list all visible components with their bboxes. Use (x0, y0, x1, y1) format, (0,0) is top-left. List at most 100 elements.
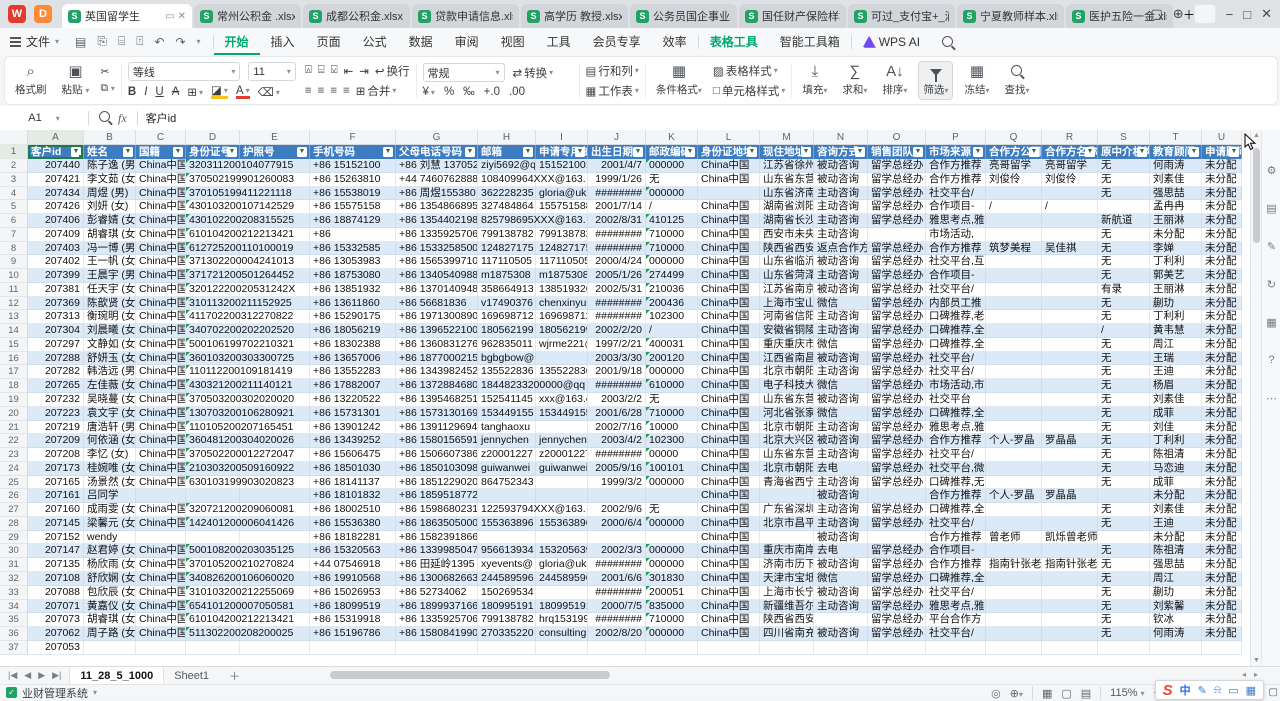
cell[interactable]: ######## (588, 310, 646, 324)
vertical-scrollbar[interactable]: ▲ ▼ (1250, 130, 1261, 666)
cell[interactable]: 留学总经办 (868, 242, 926, 256)
cell[interactable] (1042, 310, 1098, 324)
format-painter-button[interactable]: ⌕ 格式刷 (11, 62, 51, 99)
col-letter-U[interactable]: U (1202, 130, 1242, 145)
cell[interactable]: 合作项目- (926, 269, 986, 283)
cell[interactable]: 210303200509160922 (186, 462, 240, 476)
cell[interactable]: 未分配 (1202, 187, 1242, 201)
cell[interactable]: 被动咨询 (814, 434, 868, 448)
cell[interactable]: 被动咨询 (814, 255, 868, 269)
cell[interactable]: 2005/1/26 (588, 269, 646, 283)
cell[interactable]: +86 13552283 (310, 365, 396, 379)
cell[interactable]: 主动咨询 (814, 310, 868, 324)
cell[interactable]: 430321200211140121 (186, 379, 240, 393)
cell[interactable]: 去电 (814, 462, 868, 476)
cell[interactable] (814, 613, 868, 627)
header-cell[interactable]: 合作方名称▼ (1042, 145, 1098, 159)
cell[interactable]: China中国 (136, 379, 186, 393)
cell[interactable]: 刘俊伶 (986, 173, 1042, 187)
cell[interactable]: ziyi5692@q (478, 159, 536, 173)
reading-mode-icon[interactable]: ⊕▾ (1010, 687, 1023, 700)
cell[interactable]: 无 (1098, 407, 1150, 421)
cell[interactable]: 强思喆 (1150, 558, 1202, 572)
cell[interactable]: 未分配 (1202, 379, 1242, 393)
tab-smart-toolbox[interactable]: 智能工具箱 (769, 28, 851, 55)
cell[interactable]: 未分配 (1202, 627, 1242, 641)
cell[interactable]: 153449155 (536, 407, 588, 421)
cell[interactable]: 合作方推荐 (926, 434, 986, 448)
cell[interactable]: +86 刘慧 137052 (396, 159, 478, 173)
row-number[interactable]: 8 (0, 242, 28, 256)
edit-icon[interactable]: ✎ (1262, 234, 1280, 258)
cell[interactable]: 社交平台,互 (926, 255, 986, 269)
cell[interactable]: China中国 (698, 159, 760, 173)
row-number[interactable]: 1 (0, 145, 28, 159)
cell[interactable]: 无 (1098, 462, 1150, 476)
cell[interactable]: China中国 (136, 393, 186, 407)
cell[interactable]: 河北省张家 (760, 407, 814, 421)
cell[interactable]: 留学总经办 (868, 310, 926, 324)
cell[interactable]: jennychen (478, 434, 536, 448)
cell[interactable]: xyevents@ (478, 558, 536, 572)
cell[interactable] (986, 297, 1042, 311)
cell[interactable]: 370105199411221118 (186, 187, 240, 201)
cell[interactable]: 主动咨询 (814, 448, 868, 462)
cell[interactable]: 李文茹 (女 (84, 173, 136, 187)
cell[interactable] (986, 517, 1042, 531)
header-cell[interactable]: 原中介机构▼ (1098, 145, 1150, 159)
cell[interactable] (588, 641, 646, 655)
cell[interactable]: 138519326 (536, 283, 588, 297)
cell[interactable]: 无 (1098, 421, 1150, 435)
cell[interactable]: 汤景然 (女 (84, 476, 136, 490)
row-number[interactable]: 21 (0, 421, 28, 435)
cell[interactable]: ######## (588, 586, 646, 600)
cell[interactable]: +86 15575158 (310, 200, 396, 214)
cell[interactable]: China中国 (698, 462, 760, 476)
cell[interactable]: 962835011 (478, 338, 536, 352)
wrap-text-button[interactable]: ↩ 换行 (375, 63, 410, 79)
cell[interactable]: 留学总经办 (868, 338, 926, 352)
cell[interactable]: 社交平台/ (926, 187, 986, 201)
cell[interactable] (1098, 200, 1150, 214)
cell[interactable]: 207403 (28, 242, 84, 256)
cell[interactable]: 207135 (28, 558, 84, 572)
cell[interactable]: +86 15320563 (310, 544, 396, 558)
cell[interactable]: 153205639 (536, 544, 588, 558)
cell[interactable]: 未分配 (1202, 558, 1242, 572)
cell[interactable]: 个人-罗晶 (986, 489, 1042, 503)
cell[interactable] (986, 393, 1042, 407)
cell[interactable] (84, 641, 136, 655)
horizontal-scroll-thumb[interactable] (330, 671, 610, 679)
cell[interactable]: 留学总经办 (868, 503, 926, 517)
cell[interactable]: China中国 (698, 393, 760, 407)
freeze-button[interactable]: ▦ 冻结▾ (960, 62, 993, 99)
cell[interactable]: 王晨宇 (男 (84, 269, 136, 283)
row-number[interactable]: 35 (0, 613, 28, 627)
row-number[interactable]: 37 (0, 641, 28, 655)
cell[interactable]: 207071 (28, 600, 84, 614)
cell[interactable]: 主动咨询 (814, 269, 868, 283)
cell[interactable]: 何雨涛 (1150, 159, 1202, 173)
wps-logo-icon[interactable]: W (8, 5, 26, 23)
convert-button[interactable]: ⇄ 转换▾ (513, 65, 554, 81)
header-cell[interactable]: 合作方公司▼ (986, 145, 1042, 159)
cell[interactable]: 山东省济南 (760, 187, 814, 201)
cell[interactable]: 留学总经办 (868, 173, 926, 187)
cell[interactable]: 陈子逸 (男 (84, 159, 136, 173)
cell[interactable]: 207073 (28, 613, 84, 627)
cell[interactable]: 刘素佳 (1150, 173, 1202, 187)
name-box[interactable]: A1▾ (0, 112, 88, 124)
row-number[interactable]: 15 (0, 338, 28, 352)
cell[interactable]: China中国 (698, 517, 760, 531)
cell[interactable]: 强思喆 (1150, 187, 1202, 201)
cell[interactable]: +86 1300682663 (396, 572, 478, 586)
cell[interactable]: 吴佳祺 (1042, 242, 1098, 256)
filter-dropdown-icon[interactable]: ▼ (383, 147, 393, 157)
cell[interactable]: 安徽省铜陵 (760, 324, 814, 338)
filter-dropdown-icon[interactable]: ▼ (913, 147, 923, 157)
header-cell[interactable]: 申请顾问▼ (1202, 145, 1242, 159)
cell[interactable] (868, 489, 926, 503)
cell[interactable]: m1875308 (478, 269, 536, 283)
cell[interactable]: 152541145 (478, 393, 536, 407)
cell[interactable]: 710000 (646, 613, 698, 627)
